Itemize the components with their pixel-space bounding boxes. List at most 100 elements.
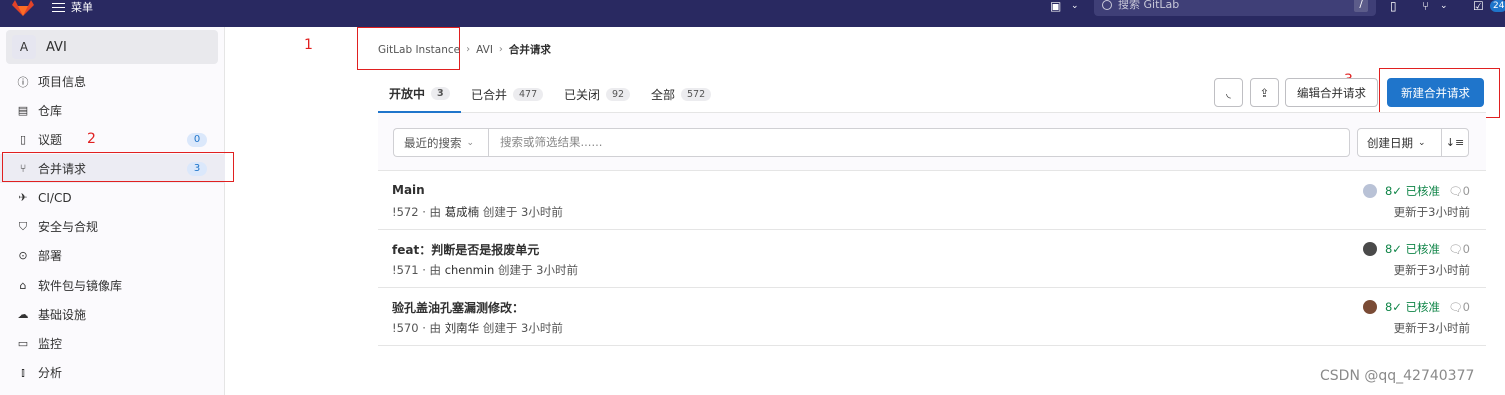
- tab-label: 已关闭: [564, 87, 601, 102]
- breadcrumb: GitLab Instance › AVI › 合并请求: [378, 42, 551, 57]
- merge-request-row: Main !572 · 由 葛成楠 创建于 3小时前 8✓ 已核准 🗨0 更新于…: [378, 172, 1486, 230]
- sidebar-item-repository[interactable]: ▤ 仓库: [0, 96, 225, 125]
- mr-title-link[interactable]: Main: [392, 183, 425, 197]
- chevron-down-icon[interactable]: ⌄: [1071, 0, 1079, 12]
- sidebar-item-analytics[interactable]: ⫾ 分析: [0, 358, 225, 387]
- mr-author-link[interactable]: 葛成楠: [445, 205, 480, 219]
- comments-number: 0: [1462, 300, 1470, 314]
- new-merge-request-button[interactable]: 新建合并请求: [1387, 78, 1484, 107]
- sidebar-item-packages[interactable]: ⌂ 软件包与镜像库: [0, 271, 225, 300]
- rocket-icon: ✈: [18, 191, 28, 204]
- tab-count: 92: [606, 87, 631, 101]
- recent-searches-label: 最近的搜索: [404, 135, 462, 150]
- tab-merged[interactable]: 已合并 477: [471, 75, 544, 113]
- mr-title-link[interactable]: feat：判断是否是报废单元: [392, 241, 539, 258]
- mr-meta: !572 · 由 葛成楠 创建于 3小时前: [392, 204, 563, 220]
- tab-label: 全部: [651, 87, 676, 102]
- sidebar-item-infrastructure[interactable]: ☁ 基础设施: [0, 300, 225, 329]
- search-shortcut-key: /: [1354, 0, 1368, 12]
- comments-count[interactable]: 🗨0: [1448, 300, 1470, 314]
- top-navigation-bar: 菜单 ▣ ⌄ 搜索 GitLab / ▯ ⑂ ⌄ ☑ 24: [0, 0, 1505, 27]
- search-placeholder: 搜索 GitLab: [1118, 0, 1180, 11]
- sidebar-item-label: CI/CD: [38, 190, 72, 205]
- edit-merge-requests-button[interactable]: 编辑合并请求: [1285, 78, 1378, 107]
- assignee-avatar[interactable]: [1362, 184, 1377, 198]
- plus-square-icon[interactable]: ▣: [1050, 0, 1061, 12]
- comment-icon: 🗨: [1448, 242, 1463, 256]
- tab-opened[interactable]: 开放中 3: [378, 75, 461, 113]
- mr-author-link[interactable]: 刘南华: [445, 321, 480, 335]
- mr-ref: !570 · 由: [392, 321, 442, 335]
- chevron-down-icon[interactable]: ⌄: [1440, 0, 1448, 12]
- package-icon: ⌂: [19, 279, 27, 292]
- info-icon: ⓘ: [17, 75, 29, 89]
- sort-direction-button[interactable]: ↓≡: [1441, 128, 1469, 157]
- breadcrumb-item-instance[interactable]: GitLab Instance: [378, 44, 460, 56]
- mr-title-link[interactable]: 验孔盖油孔塞漏测修改：: [392, 299, 524, 316]
- sidebar-item-label: 议题: [38, 133, 63, 147]
- recent-searches-dropdown[interactable]: 最近的搜索 ⌄: [393, 128, 489, 157]
- tab-all[interactable]: 全部 572: [651, 75, 712, 113]
- merge-request-row: 验孔盖油孔塞漏测修改： !570 · 由 刘南华 创建于 3小时前 8✓ 已核准…: [378, 288, 1486, 346]
- sidebar-item-deployments[interactable]: ⊙ 部署: [0, 241, 225, 270]
- gitlab-logo-icon[interactable]: [12, 0, 34, 16]
- sidebar-item-monitor[interactable]: ▭ 监控: [0, 329, 225, 358]
- export-button[interactable]: ⇪: [1250, 78, 1279, 107]
- watermark: CSDN @qq_42740377: [1320, 368, 1475, 384]
- shield-icon: ⛉: [18, 219, 28, 233]
- chevron-down-icon: ⌄: [466, 137, 475, 148]
- mr-author-link[interactable]: chenmin: [445, 263, 495, 277]
- rss-button[interactable]: ◟: [1214, 78, 1243, 107]
- mr-updated: 更新于3小时前: [1393, 263, 1470, 277]
- sidebar-item-label: 监控: [38, 337, 63, 351]
- approval-status: 8✓ 已核准: [1385, 299, 1440, 315]
- approval-status: 8✓ 已核准: [1385, 241, 1440, 257]
- chevron-down-icon: ⌄: [1418, 137, 1426, 148]
- search-icon: [1102, 0, 1112, 10]
- search-input[interactable]: 搜索 GitLab /: [1094, 0, 1376, 16]
- merge-request-icon[interactable]: ⑂: [1422, 0, 1429, 12]
- approved-label: 已核准: [1405, 242, 1441, 256]
- breadcrumb-current[interactable]: 合并请求: [509, 42, 551, 57]
- tab-closed[interactable]: 已关闭 92: [564, 75, 631, 113]
- tab-count: 572: [681, 87, 712, 101]
- mr-created: 创建于 3小时前: [482, 205, 563, 219]
- project-header[interactable]: A AVI: [6, 30, 218, 64]
- search-filter-input[interactable]: 搜索或筛选结果......: [488, 128, 1350, 157]
- mr-state-tabs: 开放中 3 已合并 477 已关闭 92 全部 572 ◟ ⇪ 编辑合并请求 新…: [378, 75, 1486, 113]
- mr-updated: 更新于3小时前: [1393, 321, 1470, 335]
- rss-icon: ◟: [1226, 85, 1231, 100]
- assignee-avatar[interactable]: [1362, 242, 1377, 256]
- annotation-box-merge-requests: [2, 152, 234, 182]
- comments-count[interactable]: 🗨0: [1448, 242, 1470, 256]
- comments-count[interactable]: 🗨0: [1448, 184, 1470, 198]
- issues-count-badge: 0: [187, 132, 207, 147]
- mr-status: 8✓ 已核准 🗨0: [1362, 299, 1470, 315]
- sidebar-item-label: 基础设施: [38, 308, 87, 322]
- approval-status: 8✓ 已核准: [1385, 183, 1440, 199]
- hamburger-icon: [52, 2, 65, 12]
- mr-ref: !572 · 由: [392, 205, 442, 219]
- issues-icon[interactable]: ▯: [1390, 0, 1397, 12]
- assignee-avatar[interactable]: [1362, 300, 1377, 314]
- monitor-icon: ▭: [17, 337, 29, 350]
- sidebar-item-ci-cd[interactable]: ✈ CI/CD: [0, 183, 225, 212]
- mr-created: 创建于 3小时前: [498, 263, 578, 277]
- sort-label: 创建日期: [1367, 135, 1413, 150]
- sidebar-item-security[interactable]: ⛉ 安全与合规: [0, 212, 225, 241]
- tab-label: 开放中: [389, 86, 426, 101]
- sort-dropdown[interactable]: 创建日期 ⌄: [1357, 128, 1442, 157]
- sidebar-item-project-info[interactable]: ⓘ 项目信息: [0, 67, 225, 96]
- mr-meta: !570 · 由 刘南华 创建于 3小时前: [392, 320, 563, 336]
- approved-icon: 8✓: [1384, 184, 1402, 198]
- sidebar-item-issues[interactable]: ▯ 议题 0: [0, 125, 225, 154]
- breadcrumb-item-project[interactable]: AVI: [476, 44, 493, 56]
- mr-updated: 更新于3小时前: [1393, 205, 1470, 219]
- deployments-icon: ⊙: [18, 249, 28, 262]
- menu-button[interactable]: 菜单: [52, 0, 93, 14]
- cloud-gear-icon: ☁: [17, 308, 29, 321]
- approved-label: 已核准: [1405, 300, 1441, 314]
- todo-icon[interactable]: ☑: [1473, 0, 1484, 12]
- approved-icon: 8✓: [1384, 300, 1402, 314]
- sidebar-item-label: 仓库: [38, 104, 63, 118]
